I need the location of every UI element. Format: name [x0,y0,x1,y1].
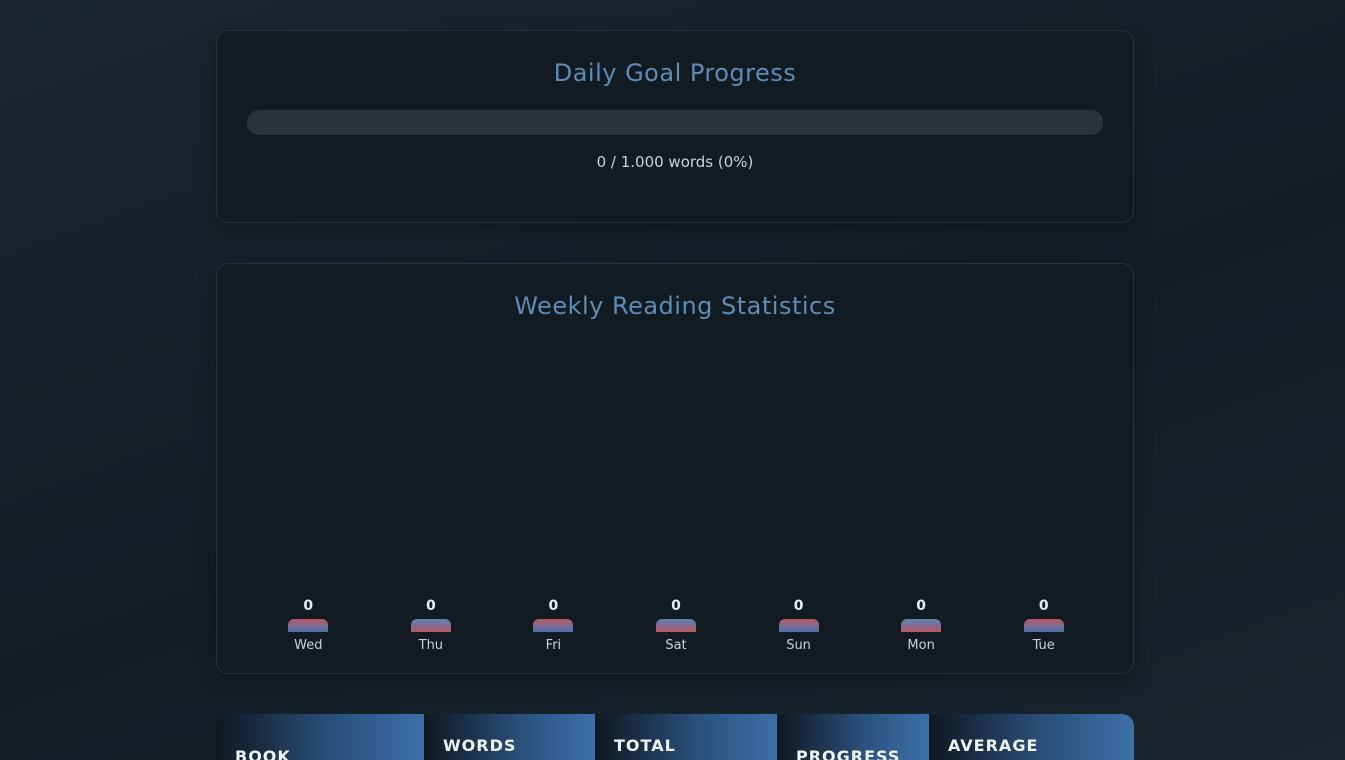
bar-value-label: 0 [671,598,681,614]
bar-day-label: Mon [907,638,935,653]
bar-value-label: 0 [916,598,927,614]
bar [901,619,942,632]
weekly-stats-title: Weekly Reading Statistics [514,292,836,320]
column-header-words[interactable]: WORDS [424,714,595,760]
column-header-book[interactable]: BOOK [216,714,424,760]
bar [533,619,574,632]
bar [288,619,329,632]
daily-goal-progress-bar [247,110,1103,135]
bar-day-label: Sun [786,638,811,653]
bar-value-label: 0 [303,598,314,614]
daily-goal-title: Daily Goal Progress [553,59,797,87]
bar-day-label: Sat [665,638,687,653]
weekly-bar-chart: 0 Wed 0 Thu 0 Fri 0 Sat 0 Sun 0 Mon 0 Tu… [247,339,1103,653]
bar-column-thu: 0 Thu [391,598,471,653]
bar [656,619,696,632]
bar-column-wed: 0 Wed [268,598,348,653]
weekly-stats-card: Weekly Reading Statistics 0 Wed 0 Thu 0 … [216,263,1134,674]
bar-day-label: Fri [545,638,562,653]
column-header-label: AVERAGE [948,736,1039,755]
daily-goal-card: Daily Goal Progress 0 / 1.000 words (0%) [216,30,1134,223]
bar-column-sun: 0 Sun [759,598,839,653]
books-table-header: BOOK WORDS TOTAL PROGRESS AVERAGE [216,714,1134,760]
bar [1023,619,1064,632]
bar-column-tue: 0 Tue [1004,598,1084,653]
bar-value-label: 0 [793,598,804,614]
bar-column-sat: 0 Sat [636,598,716,653]
column-header-label: WORDS [443,736,517,755]
column-header-label: PROGRESS [796,747,901,760]
bar-column-mon: 0 Mon [881,598,961,653]
bar-value-label: 0 [1038,598,1049,614]
column-header-total[interactable]: TOTAL [595,714,777,760]
bar-day-label: Wed [294,638,323,653]
bar-value-label: 0 [548,598,559,614]
column-header-label: BOOK [235,747,291,760]
bar [778,619,819,632]
column-header-average[interactable]: AVERAGE [929,714,1134,760]
column-header-label: TOTAL [614,736,676,755]
bar-value-label: 0 [425,598,436,614]
bar-day-label: Thu [418,638,444,653]
bar [410,619,451,632]
column-header-progress[interactable]: PROGRESS [777,714,929,760]
daily-goal-progress-text: 0 / 1.000 words (0%) [596,153,754,171]
bar-column-fri: 0 Fri [513,598,593,653]
bar-day-label: Tue [1032,638,1055,653]
